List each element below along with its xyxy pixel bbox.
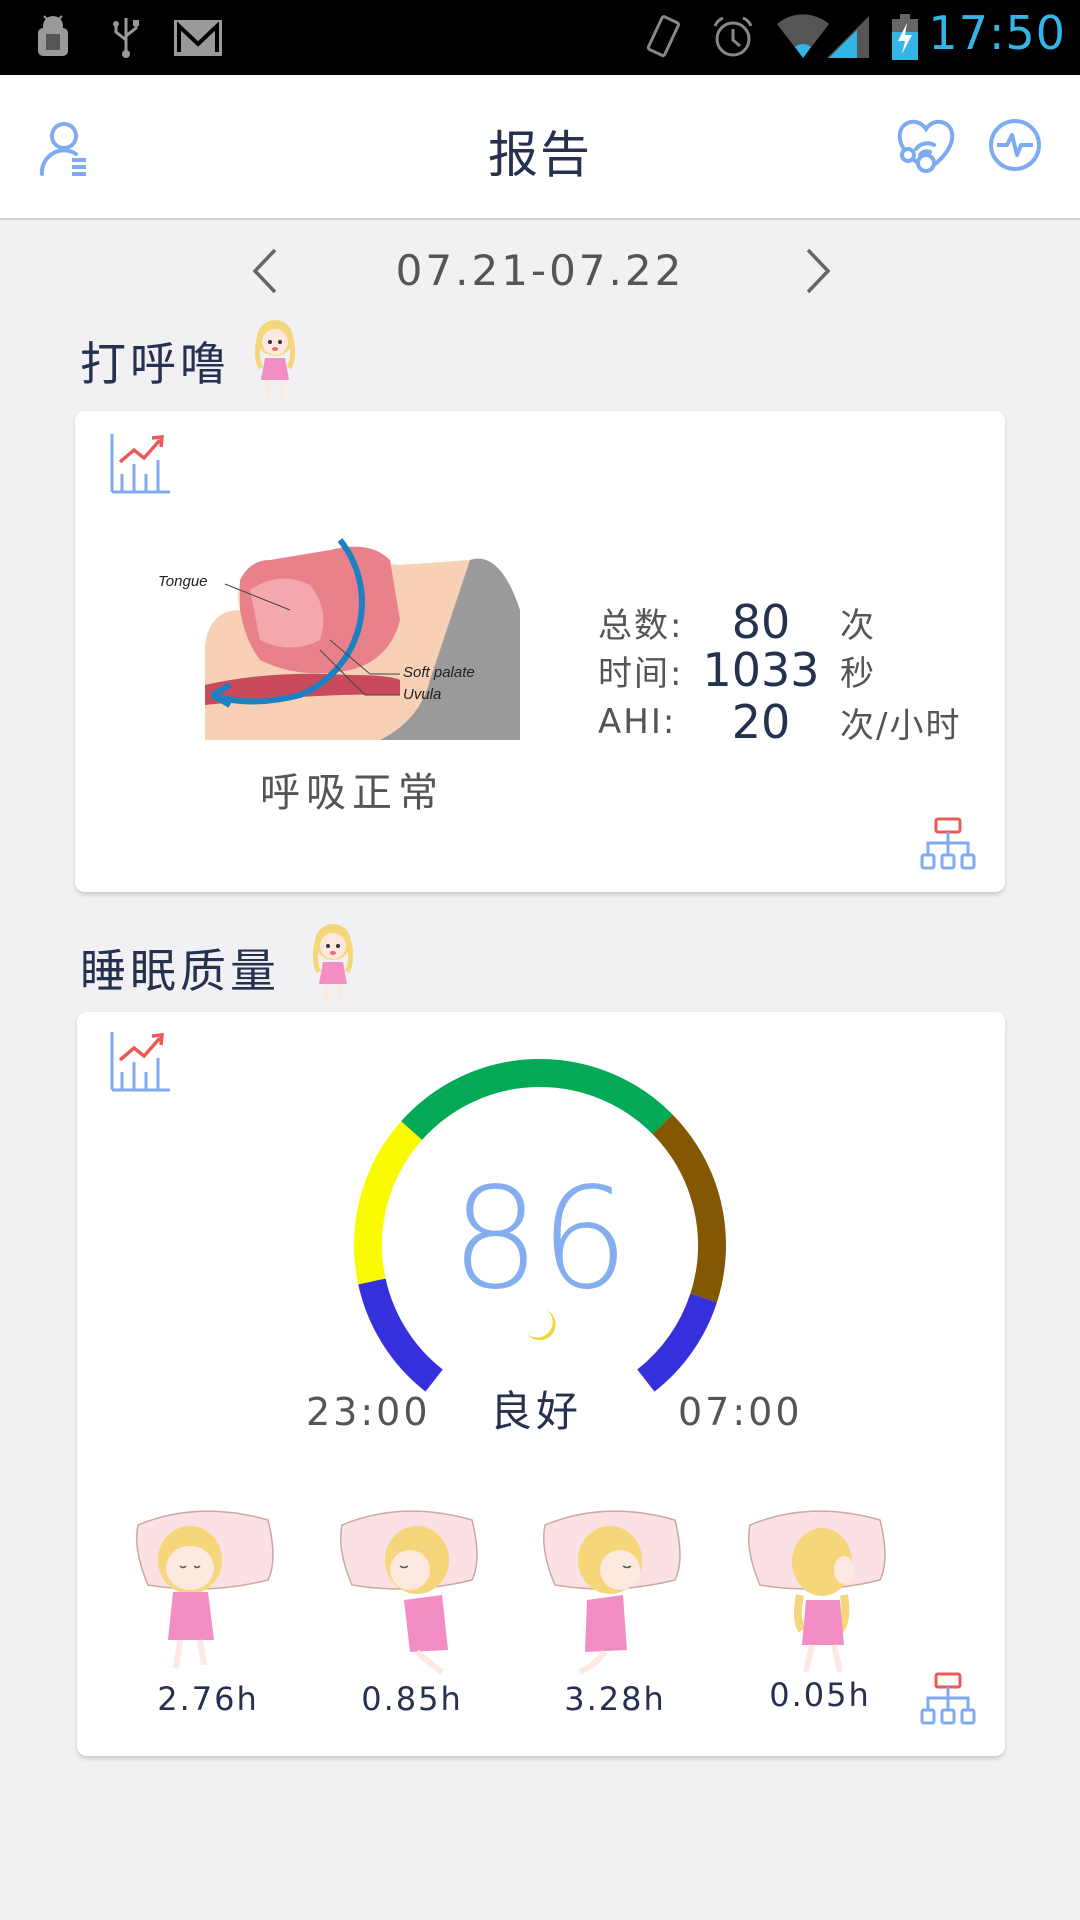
sleep-stage-stomach: 0.05h (740, 1500, 900, 1730)
hierarchy-icon[interactable] (920, 1672, 976, 1726)
stat-unit: 秒 (840, 653, 876, 694)
stage-hours: 3.28h (564, 1680, 666, 1718)
stat-ahi: AHI: 20 次/小时 (598, 695, 962, 749)
stat-value: 1033 (702, 643, 820, 697)
alarm-icon (713, 16, 753, 57)
sleeping-stomach-icon (748, 1510, 886, 1673)
label-soft-palate: Soft palate (403, 664, 475, 681)
trend-chart-icon[interactable] (110, 1032, 172, 1092)
snoring-section-title: 打呼噜 (80, 337, 230, 391)
moon-icon (527, 1310, 556, 1341)
airway-illustration (205, 538, 520, 740)
label-tongue: Tongue (158, 573, 208, 590)
stat-value: 80 (731, 595, 791, 649)
mascot-girl-icon (254, 320, 296, 399)
usb-icon (113, 18, 139, 58)
signal-icon (827, 16, 869, 58)
stat-unit: 次/小时 (840, 705, 962, 746)
sleep-score: 86 (450, 1158, 630, 1321)
gmail-icon (174, 20, 222, 56)
date-range: 07.21-07.22 (395, 246, 685, 295)
gauge-segment (401, 1059, 673, 1140)
clock: 17:50 (928, 6, 1066, 60)
heart-stethoscope-icon[interactable] (896, 115, 956, 175)
breathing-status: 呼吸正常 (260, 770, 444, 816)
sleep-stage-back: 2.76h (128, 1500, 288, 1730)
stage-hours: 0.05h (769, 1676, 871, 1714)
label-uvula: Uvula (403, 686, 442, 703)
app-header: 报告 (0, 75, 1080, 220)
gauge-segment (358, 1278, 443, 1392)
battery-charging-icon (892, 14, 918, 60)
sleeping-side-icon (340, 1510, 478, 1675)
date-navigator: 07.21-07.22 (0, 238, 1080, 308)
status-bar: 17:50 (0, 0, 1080, 75)
wifi-icon (777, 14, 829, 59)
stat-unit: 次 (840, 605, 876, 646)
stage-hours: 2.76h (157, 1680, 259, 1718)
sleep-start-time: 23:00 (306, 1390, 431, 1434)
hierarchy-icon[interactable] (920, 817, 976, 871)
sleeping-side-icon (543, 1510, 681, 1675)
stat-total: 总数: 80 次 (598, 595, 876, 649)
stat-duration: 时间: 1033 秒 (598, 643, 876, 697)
stage-hours: 0.85h (361, 1680, 463, 1718)
heartbeat-icon[interactable] (985, 115, 1045, 175)
stat-value: 20 (731, 695, 791, 749)
rotation-icon (646, 15, 681, 58)
stat-label: 总数: (598, 605, 684, 646)
sleep-end-time: 07:00 (678, 1390, 803, 1434)
sleep-quality-section-title: 睡眠质量 (80, 944, 280, 998)
chevron-right-icon[interactable] (798, 246, 838, 296)
sleep-stage-right-side: 3.28h (535, 1500, 695, 1730)
trend-chart-icon[interactable] (110, 434, 172, 494)
gauge-segment (354, 1121, 423, 1285)
stat-label: AHI: (598, 702, 677, 742)
gauge-segment (652, 1114, 726, 1303)
mascot-girl-icon (312, 924, 354, 1003)
sleep-rating: 良好 (490, 1387, 583, 1436)
sleep-stage-left-side: 0.85h (332, 1500, 492, 1730)
stat-label: 时间: (598, 653, 684, 694)
sleeping-back-icon (136, 1510, 274, 1669)
gauge-segment (637, 1293, 717, 1392)
android-debug-icon (38, 15, 68, 56)
